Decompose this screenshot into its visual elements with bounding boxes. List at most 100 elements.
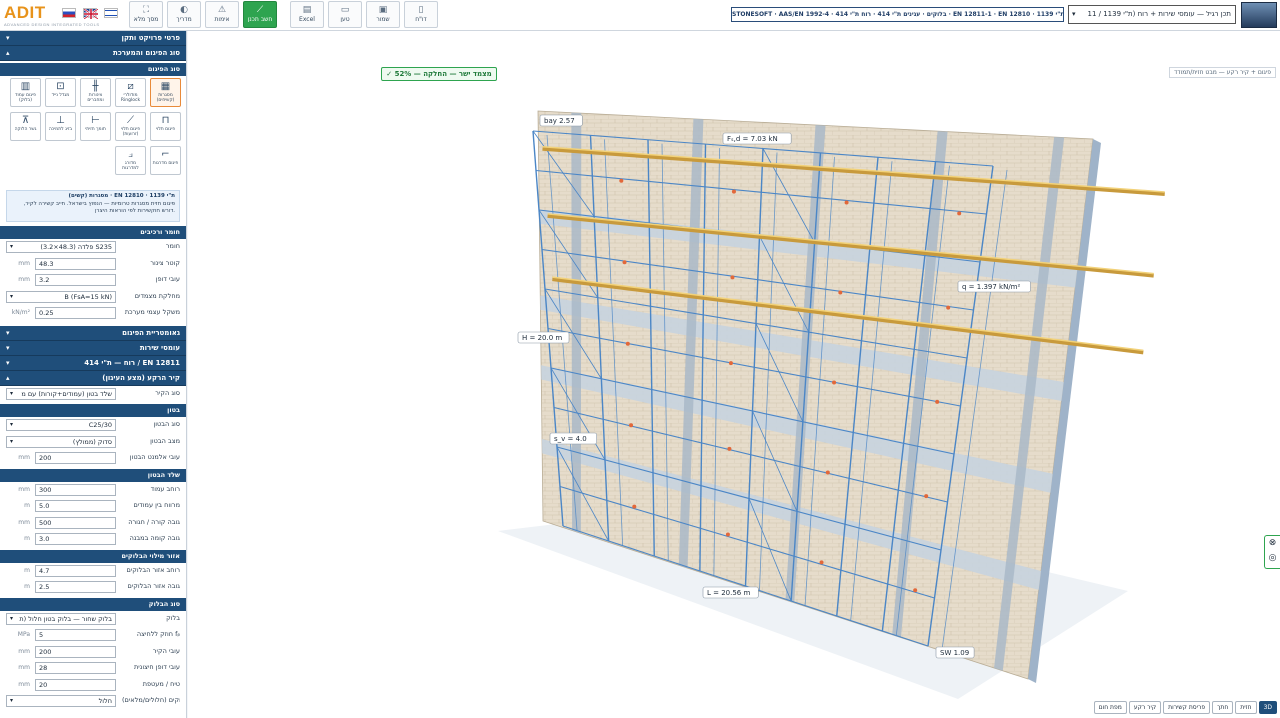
form-row: עובי הקיר mm 200 bbox=[0, 644, 186, 661]
form-row: משקל עצמי מערכת kN/m² 0.25 bbox=[0, 305, 186, 322]
section-type-header[interactable]: ▴ סוג הפיגום והמערכת bbox=[0, 46, 186, 61]
view-button[interactable]: 3D bbox=[1258, 701, 1277, 714]
concrete-subheader: בטון bbox=[0, 404, 186, 417]
view-button[interactable]: קיר רקע bbox=[1128, 701, 1162, 714]
form-row: גובה אזור הבלוקים m 2.5 bbox=[0, 579, 186, 596]
preset-select[interactable]: ▾ תכן רגיל — עומסי שירות + רוח (ת"י 1139… bbox=[1068, 5, 1236, 24]
field-input[interactable]: 5.0 bbox=[35, 500, 116, 512]
field-input[interactable]: 2.5 bbox=[35, 581, 116, 593]
chevron-down-icon: ▾ bbox=[10, 421, 14, 428]
form-row: מחלקת מצמדים ▾ B (FsA=15 kN) bbox=[0, 289, 186, 306]
scaffold-type-label: גשר הלוקה bbox=[14, 127, 37, 132]
field-input[interactable]: 3.0 bbox=[35, 533, 116, 545]
field-label: מצב הבטון bbox=[150, 436, 180, 445]
scaffold-type-option[interactable]: ╫ צינורות ומחברים bbox=[80, 78, 111, 107]
toolbar-save-button[interactable]: ▣ שמור bbox=[366, 1, 400, 28]
section-service-header[interactable]: ▾ עומסי שירות bbox=[0, 340, 186, 356]
wall-tie bbox=[725, 532, 730, 537]
chevron-down-icon: ▾ bbox=[10, 614, 14, 622]
field-input[interactable]: 200 bbox=[35, 645, 116, 658]
scaffold-3d-scene[interactable]: bay 2.57 Fₛ,d = 7.03 kN q = 1.397 kN/m² H =… bbox=[188, 31, 1280, 718]
project-thumbnail[interactable] bbox=[1241, 2, 1277, 28]
toolbar-guide-button[interactable]: ◐ מדריך bbox=[167, 1, 201, 28]
field-select[interactable]: ▾ B (FsA=15 kN) bbox=[6, 290, 116, 303]
field-label: גובה קומה במבנה bbox=[129, 534, 180, 542]
field-input[interactable]: 20 bbox=[35, 678, 116, 691]
scaffold-type-option[interactable]: ▦ מסגרות (קשיחים) bbox=[150, 78, 181, 107]
toolbar-fullscreen-button[interactable]: ⛶ מסך מלא bbox=[129, 1, 163, 28]
wall-tie bbox=[819, 560, 824, 565]
wall-tie bbox=[632, 504, 637, 509]
dimension-label-bay: bay 2.57 bbox=[544, 117, 575, 125]
field-select[interactable]: ▾ בלוק שחור — בלוק בטון חלול (ת bbox=[6, 612, 116, 625]
chevron-down-icon: ▾ bbox=[10, 697, 14, 704]
scaffold-type-icon: ╫ bbox=[92, 81, 99, 92]
field-unit: mm bbox=[18, 680, 30, 688]
field-select[interactable]: ▾ שלד בטון (עמודים+קורות) עם מ bbox=[6, 387, 116, 400]
field-select[interactable]: ▾ סדוק (ממולץ) bbox=[6, 435, 116, 448]
section-wall-header[interactable]: ▴ קיר הרקע (מצע העיגון) bbox=[0, 370, 186, 386]
form-row: בלוק ▾ בלוק שחור — בלוק בטון חלול (ת bbox=[0, 611, 186, 628]
wall-tie bbox=[957, 211, 962, 216]
uk-flag[interactable] bbox=[83, 8, 98, 19]
field-input[interactable]: 0.25 bbox=[35, 307, 116, 319]
close-icon[interactable]: ⊗ bbox=[1265, 536, 1280, 551]
scaffold-type-option[interactable]: ⟋ פיגום תלוי (זרועות) bbox=[115, 112, 146, 141]
field-input[interactable]: 200 bbox=[35, 452, 116, 464]
field-label: סוג הקיר bbox=[155, 388, 180, 397]
field-input[interactable]: 48.3 bbox=[35, 257, 116, 270]
scaffold-type-option[interactable]: ⟓ מדורג למדרגות bbox=[115, 146, 146, 175]
field-input[interactable]: 300 bbox=[35, 483, 116, 496]
scaffold-type-option[interactable]: ⌐ פיגום מדרגות bbox=[150, 146, 181, 175]
field-input[interactable]: 3.2 bbox=[35, 274, 116, 286]
toolbar-report-button[interactable]: ▯ דו"ח bbox=[404, 1, 438, 28]
toolbar-label: טען bbox=[340, 16, 350, 23]
toolbar-excel-button[interactable]: ▤ Excel bbox=[290, 1, 324, 28]
scaffold-type-option[interactable]: ▥ פיגום עמוד (בלוק) bbox=[10, 78, 41, 107]
target-icon[interactable]: ◎ bbox=[1265, 551, 1280, 566]
section-wind-header[interactable]: ▾ רוח — ת"י 414 / EN 12811 bbox=[0, 355, 186, 371]
field-select[interactable]: ▾ C25/30 bbox=[6, 419, 116, 431]
russia-flag[interactable] bbox=[62, 8, 76, 18]
dimension-label-sw: SW 1.09 bbox=[940, 649, 969, 657]
israel-flag[interactable] bbox=[104, 8, 118, 18]
field-input[interactable]: 5 bbox=[35, 629, 116, 641]
scaffold-type-option[interactable]: ⊼ גשר הלוקה bbox=[10, 112, 41, 141]
load-icon: ▭ bbox=[340, 5, 350, 15]
chevron-down-icon: ▾ bbox=[10, 243, 14, 250]
view-button[interactable]: מפת חום bbox=[1093, 701, 1127, 714]
scaffold-type-option[interactable]: ⊓ פיגום תלוי bbox=[150, 112, 181, 141]
dimension-label-q: q = 1.397 kN/m² bbox=[962, 283, 1020, 291]
scaffold-type-option[interactable]: ⊢ תומך חזיתי bbox=[80, 112, 111, 141]
field-input[interactable]: 500 bbox=[35, 516, 116, 529]
toolbar-load-button[interactable]: ▭ טען bbox=[328, 1, 362, 28]
scaffold-type-option[interactable]: ⊥ בזיג לתמיכה bbox=[45, 112, 76, 141]
field-unit: mm bbox=[18, 664, 30, 671]
report-icon: ▯ bbox=[418, 5, 424, 15]
section-geometry-header[interactable]: ▾ גאומטריית הפיגום bbox=[0, 325, 186, 341]
scaffold-type-icon: ▦ bbox=[160, 81, 171, 92]
view-button[interactable]: חזית bbox=[1235, 701, 1257, 714]
form-row: מצב הבלוקים (חלולים/מלאים) ▾חלול bbox=[0, 693, 186, 710]
wall-tie bbox=[622, 260, 627, 265]
section-project-header[interactable]: ▾ פרטי פרויקט ותקן bbox=[0, 31, 186, 46]
view-button[interactable]: פריסת קשירות bbox=[1163, 701, 1211, 714]
toolbar-calc-button[interactable]: ⟋ חשב תכנן bbox=[243, 1, 277, 28]
form-row: גובה קורה / חגורה mm 500 bbox=[0, 515, 186, 532]
3d-viewport[interactable]: bay 2.57 Fₛ,d = 7.03 kN q = 1.397 kN/m² H =… bbox=[188, 31, 1280, 718]
field-input[interactable]: 4.7 bbox=[35, 564, 116, 577]
field-label: חוזק ללחיצה fᵦ bbox=[136, 630, 180, 638]
calc-icon: ⟋ bbox=[256, 5, 264, 15]
field-select[interactable]: ▾ חלול bbox=[6, 695, 116, 707]
field-select[interactable]: ▾ פלדה (48.3×3.2) S235 bbox=[6, 241, 116, 253]
scaffold-type-option[interactable]: ⧄ מודולרי Ringlock bbox=[115, 78, 146, 107]
sidebar: ▾ פרטי פרויקט ותקן ▴ סוג הפיגום והמערכת סו… bbox=[0, 31, 187, 718]
field-input[interactable]: 28 bbox=[35, 662, 116, 674]
view-button[interactable]: חתך bbox=[1212, 701, 1234, 714]
field-unit: mm bbox=[18, 259, 30, 267]
scaffold-type-option[interactable]: ⊡ מגדל נייד bbox=[45, 78, 76, 107]
chevron-up-icon: ▴ bbox=[6, 49, 10, 57]
wall-tie bbox=[838, 290, 843, 295]
toolbar-verify-button[interactable]: ⚠ אימות bbox=[205, 1, 239, 28]
dimension-label-length: L = 20.56 m bbox=[707, 589, 750, 597]
